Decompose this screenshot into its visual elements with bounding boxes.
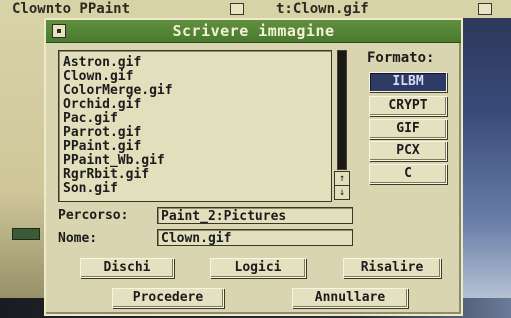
logical-button[interactable]: Logici (210, 258, 306, 278)
scroll-track[interactable] (337, 50, 347, 170)
background-window-titlebar: Clownto PPaint t:Clown.gif (0, 0, 511, 18)
background-window-left (0, 0, 44, 318)
file-list-item[interactable]: Son.gif (63, 182, 118, 196)
file-list-item[interactable]: Clown.gif (63, 70, 133, 84)
dialog-titlebar[interactable]: Scrivere immagine (46, 20, 461, 43)
parent-button[interactable]: Risalire (343, 258, 441, 278)
path-label: Percorso: (58, 208, 129, 223)
proceed-button[interactable]: Procedere (112, 288, 224, 308)
background-image-right (455, 0, 511, 318)
file-list-scrollbar[interactable]: ↑ ↓ (334, 50, 350, 200)
file-list-item[interactable]: Orchid.gif (63, 98, 141, 112)
path-field[interactable]: Paint_2:Pictures (157, 207, 353, 224)
format-crypt-button[interactable]: CRYPT (369, 96, 447, 116)
file-list-item[interactable]: Parrot.gif (63, 126, 141, 140)
name-field[interactable]: Clown.gif (157, 229, 353, 246)
file-list-item[interactable]: PPaint_Wb.gif (63, 154, 165, 168)
depth-gadget-icon[interactable] (230, 3, 244, 15)
file-list-item[interactable]: Pac.gif (63, 112, 118, 126)
dialog-title: Scrivere immagine (172, 22, 335, 40)
file-list-item[interactable]: PPaint.gif (63, 140, 141, 154)
palette-swatch (12, 228, 40, 240)
format-pcx-button[interactable]: PCX (369, 141, 447, 161)
format-ilbm-button[interactable]: ILBM (369, 72, 447, 92)
file-list-item[interactable]: ColorMerge.gif (63, 84, 173, 98)
disks-button[interactable]: Dischi (80, 258, 174, 278)
name-label: Nome: (58, 231, 98, 246)
zoom-gadget-icon[interactable] (478, 3, 492, 15)
cancel-button[interactable]: Annullare (292, 288, 408, 308)
background-window-title: Clownto PPaint (12, 1, 131, 17)
scroll-down-icon[interactable]: ↓ (334, 185, 350, 200)
format-c-button[interactable]: C (369, 164, 447, 184)
file-list-item[interactable]: RgrRbit.gif (63, 168, 149, 182)
file-list-item[interactable]: Astron.gif (63, 56, 141, 70)
format-gif-button[interactable]: GIF (369, 119, 447, 139)
scroll-up-icon[interactable]: ↑ (334, 171, 350, 186)
format-label: Formato: (367, 50, 435, 66)
save-image-dialog: Scrivere immagine Astron.gif Clown.gif C… (44, 18, 463, 316)
background-file-title: t:Clown.gif (276, 1, 369, 17)
file-list[interactable]: Astron.gif Clown.gif ColorMerge.gif Orch… (58, 50, 332, 202)
